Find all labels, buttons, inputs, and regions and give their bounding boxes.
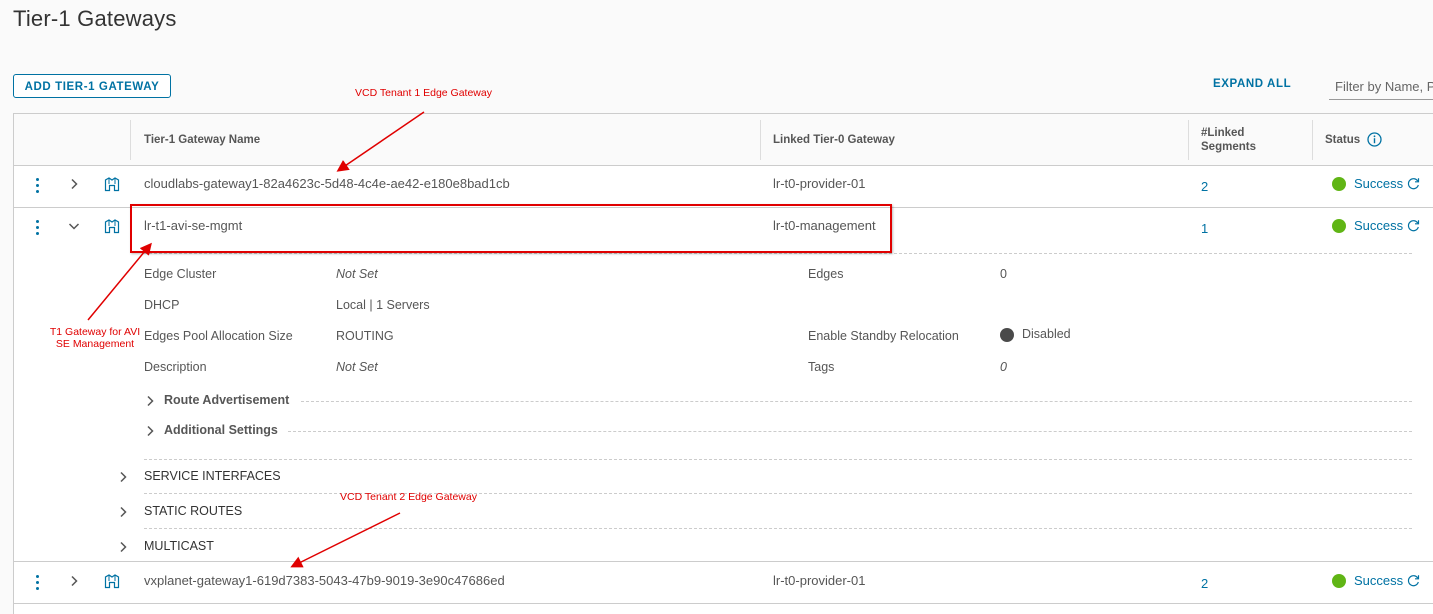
arrow-tenant1 [336,111,425,172]
arrow-tenant2 [290,512,401,568]
annotation-arrows [87,111,425,568]
arrow-t1-gateway [87,242,152,321]
